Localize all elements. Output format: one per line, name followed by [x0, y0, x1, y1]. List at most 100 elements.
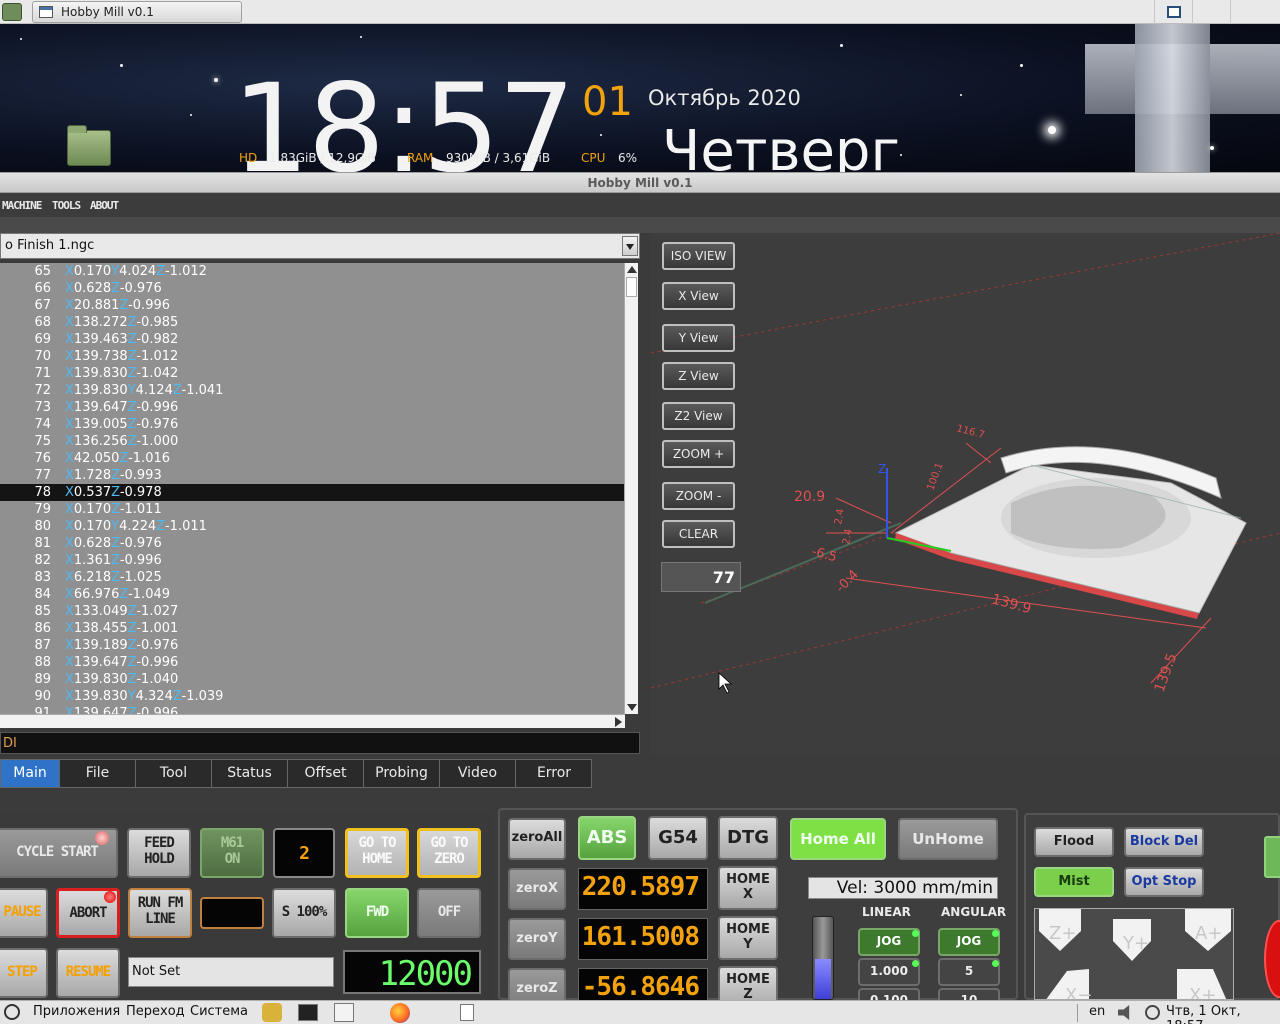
angular-step-button[interactable]: 5	[938, 958, 1000, 986]
mdi-input[interactable]: DI	[0, 732, 640, 754]
gcode-line[interactable]: 73 X139.647Z-0.996	[0, 399, 625, 416]
zoom-out-button[interactable]: ZOOM -	[662, 482, 735, 510]
dtg-button[interactable]: DTG	[718, 816, 778, 860]
gcode-line[interactable]: 83 X6.218Z-1.025	[0, 569, 625, 586]
chevron-down-icon[interactable]	[622, 236, 638, 256]
spindle-override-button[interactable]: S 100%	[272, 888, 336, 938]
goto-home-button[interactable]: GO TO HOME	[345, 828, 409, 878]
taskbar-applications-menu[interactable]: Приложения	[33, 1004, 120, 1019]
app-menu-icon[interactable]	[2, 3, 22, 21]
text-editor-icon[interactable]	[334, 1003, 354, 1022]
x-view-button[interactable]: X View	[662, 282, 735, 310]
file-select[interactable]: o Finish 1.ngc	[0, 233, 640, 259]
menu-about[interactable]: ABOUT	[90, 199, 119, 212]
tab-error[interactable]: Error	[516, 760, 592, 787]
gcode-line[interactable]: 67 X20.881Z-0.996	[0, 297, 625, 314]
z-view-button[interactable]: Z View	[662, 362, 735, 390]
scroll-thumb[interactable]	[626, 277, 637, 297]
tab-probing[interactable]: Probing	[364, 760, 440, 787]
tab-tool[interactable]: Tool	[136, 760, 212, 787]
jog-y-plus-icon[interactable]: Y+	[1122, 933, 1149, 954]
window-button-3[interactable]	[1230, 0, 1280, 24]
gcode-line[interactable]: 87 X139.189Z-0.976	[0, 637, 625, 654]
terminal-icon[interactable]	[298, 1004, 318, 1021]
firefox-icon[interactable]	[390, 1003, 410, 1023]
tab-video[interactable]: Video	[440, 760, 516, 787]
maximize-button[interactable]	[1154, 0, 1192, 24]
jog-x-minus-icon[interactable]: X−	[1065, 985, 1092, 1000]
g54-button[interactable]: G54	[648, 816, 708, 860]
step-button[interactable]: STEP	[0, 948, 48, 998]
zoom-in-button[interactable]: ZOOM +	[662, 440, 735, 468]
window-tab[interactable]: Hobby Mill v0.1	[32, 1, 242, 23]
unhome-button[interactable]: UnHome	[898, 818, 998, 860]
gcode-line[interactable]: 77 X1.728Z-0.993	[0, 467, 625, 484]
gcode-line[interactable]: 72 X139.830Y4.124Z-1.041	[0, 382, 625, 399]
gcode-line[interactable]: 81 X0.628Z-0.976	[0, 535, 625, 552]
mist-button[interactable]: Mist	[1034, 867, 1114, 897]
gcode-line[interactable]: 82 X1.361Z-0.996	[0, 552, 625, 569]
scroll-right-icon[interactable]	[615, 717, 622, 727]
gcode-line[interactable]: 76 X42.050Z-1.016	[0, 450, 625, 467]
m61-button[interactable]: M61 ON	[200, 828, 264, 878]
jog-speed-slider[interactable]	[812, 916, 834, 1000]
keyboard-layout-indicator[interactable]: en	[1089, 1004, 1105, 1019]
goto-zero-button[interactable]: GO TO ZERO	[417, 828, 481, 878]
gcode-line[interactable]: 85 X133.049Z-1.027	[0, 603, 625, 620]
gcode-line[interactable]: 74 X139.005Z-0.976	[0, 416, 625, 433]
gcode-line[interactable]: 91 X139.647Z-0.996	[0, 705, 625, 714]
y-view-button[interactable]: Y View	[662, 324, 735, 352]
linux-app-icon[interactable]	[262, 1003, 282, 1022]
show-desktop-icon[interactable]	[460, 1004, 474, 1021]
abs-button[interactable]: ABS	[578, 816, 636, 860]
run-from-line-button[interactable]: RUN FM LINE	[128, 888, 192, 938]
gcode-vertical-scrollbar[interactable]	[624, 263, 638, 714]
taskbar-places-menu[interactable]: Переход	[126, 1004, 185, 1019]
gcode-line[interactable]: 68 X138.272Z-0.985	[0, 314, 625, 331]
iso-view-button[interactable]: ISO VIEW	[662, 242, 735, 270]
flood-button[interactable]: Flood	[1034, 827, 1114, 857]
linear-jog-button[interactable]: JOG	[858, 928, 920, 956]
gcode-line[interactable]: 80 X0.170Y4.224Z-1.011	[0, 518, 625, 535]
gcode-line[interactable]: 79 X0.170Z-1.011	[0, 501, 625, 518]
gcode-line[interactable]: 84 X66.976Z-1.049	[0, 586, 625, 603]
scroll-up-icon[interactable]	[627, 266, 637, 273]
jog-z-plus-icon[interactable]: Z+	[1049, 923, 1076, 944]
gcode-line[interactable]: 88 X139.647Z-0.996	[0, 654, 625, 671]
folder-icon[interactable]	[67, 125, 111, 166]
home-all-button[interactable]: Home All	[790, 818, 886, 860]
scroll-down-icon[interactable]	[627, 704, 637, 711]
gcode-line[interactable]: 65 X0.170Y4.024Z-1.012	[0, 263, 625, 280]
gcode-line[interactable]: 89 X139.830Z-1.040	[0, 671, 625, 688]
jog-a-plus-icon[interactable]: A+	[1195, 923, 1222, 944]
gcode-line[interactable]: 75 X136.256Z-1.000	[0, 433, 625, 450]
gcode-line[interactable]: 90 X139.830Y4.324Z-1.039	[0, 688, 625, 705]
zero-x-button[interactable]: zeroX	[508, 868, 566, 910]
distro-logo-icon[interactable]	[4, 1004, 20, 1020]
gcode-line[interactable]: 66 X0.628Z-0.976	[0, 280, 625, 297]
tab-file[interactable]: File	[60, 760, 136, 787]
linear-step-button[interactable]: 1.000	[858, 958, 920, 986]
gcode-line[interactable]: 70 X139.738Z-1.012	[0, 348, 625, 365]
menu-tools[interactable]: TOOLS	[52, 199, 81, 212]
optional-stop-button[interactable]: Opt Stop	[1124, 867, 1204, 897]
zero-y-button[interactable]: zeroY	[508, 918, 566, 960]
feed-hold-button[interactable]: FEED HOLD	[127, 828, 191, 878]
resume-button[interactable]: RESUME	[56, 948, 120, 998]
home-x-button[interactable]: HOME X	[718, 866, 778, 910]
spindle-fwd-button[interactable]: FWD	[345, 888, 409, 938]
taskbar-clock[interactable]: Чтв, 1 Окт, 18:57	[1166, 1004, 1280, 1024]
tab-offset[interactable]: Offset	[288, 760, 364, 787]
gcode-line[interactable]: 69 X139.463Z-0.982	[0, 331, 625, 348]
gcode-horizontal-scrollbar[interactable]	[0, 714, 625, 728]
spindle-off-button[interactable]: OFF	[417, 888, 481, 938]
menu-machine[interactable]: MACHINE	[2, 199, 42, 212]
gcode-line[interactable]: 71 X139.830Z-1.042	[0, 365, 625, 382]
jog-x-plus-icon[interactable]: X+	[1189, 985, 1216, 1000]
zero-all-button[interactable]: zeroAll	[508, 818, 566, 860]
home-y-button[interactable]: HOME Y	[718, 916, 778, 960]
run-from-line-input[interactable]	[200, 897, 264, 929]
taskbar-system-menu[interactable]: Система	[190, 1004, 248, 1019]
network-icon[interactable]	[1145, 1005, 1160, 1020]
extra-green-button[interactable]	[1264, 836, 1280, 878]
